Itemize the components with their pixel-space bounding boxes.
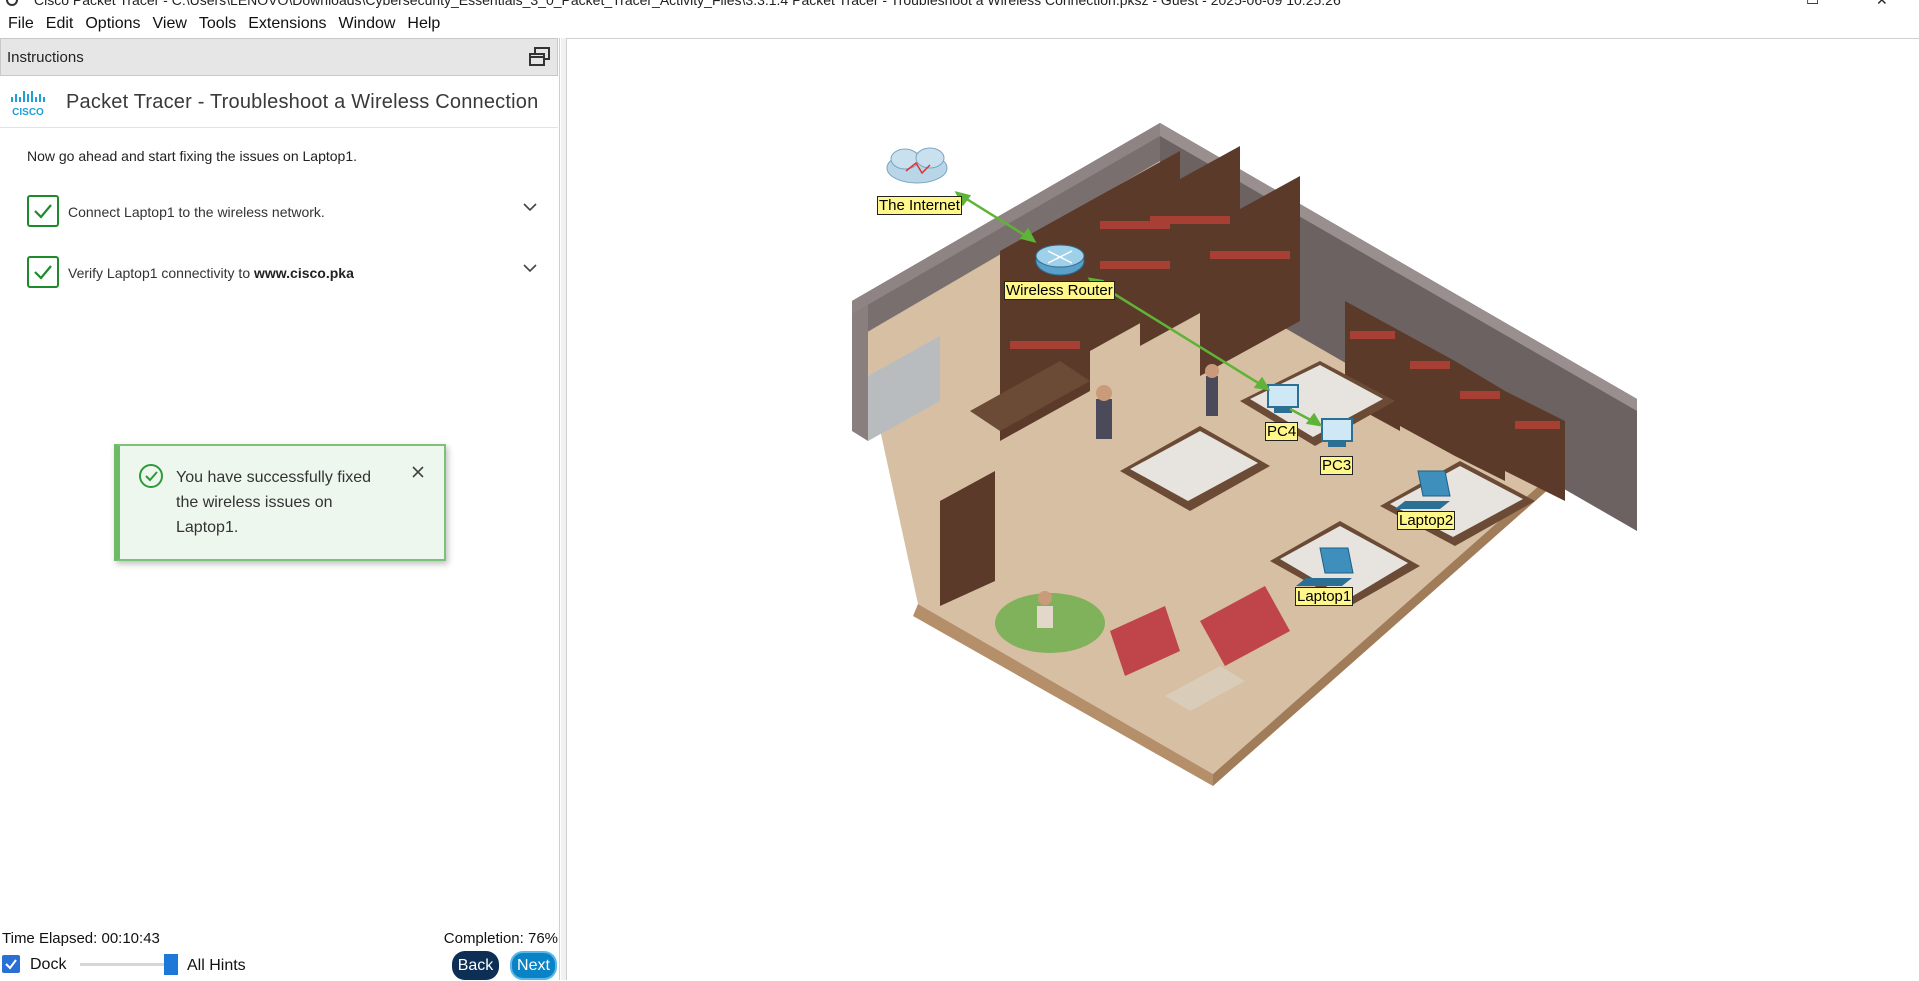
all-hints-label: All Hints <box>187 957 246 974</box>
device-label-laptop2[interactable]: Laptop2 <box>1397 511 1456 530</box>
internet-cloud-icon <box>886 147 948 184</box>
menu-options[interactable]: Options <box>79 12 146 36</box>
menu-edit[interactable]: Edit <box>40 12 80 36</box>
device-label-laptop1[interactable]: Laptop1 <box>1295 587 1354 606</box>
hints-slider-thumb[interactable] <box>164 954 178 975</box>
dock-checkbox[interactable] <box>2 955 20 973</box>
menu-tools[interactable]: Tools <box>193 12 242 36</box>
close-window-icon[interactable]: ✕ <box>1876 0 1888 9</box>
library-scene-illustration <box>852 123 1637 786</box>
task-label: Verify Laptop1 connectivity to www.cisco… <box>68 265 354 281</box>
instructions-header: Instructions <box>0 38 558 76</box>
app-icon <box>6 0 18 6</box>
intro-text: Now go ahead and start fixing the issues… <box>27 148 357 164</box>
success-check-circle-icon <box>139 464 163 488</box>
device-label-internet[interactable]: The Internet <box>877 196 962 215</box>
menu-bar: File Edit Options View Tools Extensions … <box>0 10 1919 38</box>
toast-message: You have successfully fixed the wireless… <box>176 469 372 536</box>
task-complete-checkbox <box>27 256 59 288</box>
hints-slider-track[interactable] <box>80 963 176 966</box>
activity-title-row: CISCO Packet Tracer - Troubleshoot a Wir… <box>0 76 558 128</box>
check-icon <box>5 959 17 970</box>
task-url: www.cisco.pka <box>254 265 354 281</box>
undock-window-icon[interactable] <box>529 47 551 67</box>
minimize-icon[interactable]: ▭ <box>1806 0 1819 9</box>
instructions-panel: Instructions CISCO Packet Tracer - Troub… <box>0 38 560 980</box>
activity-title: Packet Tracer - Troubleshoot a Wireless … <box>66 91 539 113</box>
menu-view[interactable]: View <box>147 12 193 36</box>
instructions-header-label: Instructions <box>7 49 84 66</box>
menu-file[interactable]: File <box>2 12 40 36</box>
device-label-pc4[interactable]: PC4 <box>1265 422 1299 441</box>
close-icon[interactable] <box>410 464 426 480</box>
task-complete-checkbox <box>27 195 59 227</box>
next-button[interactable]: Next <box>510 951 557 980</box>
logical-workspace[interactable]: The Internet Wireless Router PC4 PC3 Lap… <box>567 38 1919 980</box>
status-footer: Time Elapsed: 00:10:43 Completion: 76% D… <box>0 928 558 980</box>
check-icon <box>34 265 52 280</box>
task-item-verify[interactable]: Verify Laptop1 connectivity to www.cisco… <box>27 256 539 290</box>
back-button[interactable]: Back <box>452 951 499 980</box>
chevron-down-icon[interactable] <box>521 199 539 215</box>
menu-window[interactable]: Window <box>333 12 402 36</box>
dock-label: Dock <box>30 956 67 973</box>
device-label-pc3[interactable]: PC3 <box>1320 456 1354 475</box>
window-title: Cisco Packet Tracer - C:\Users\LENOVO\Do… <box>34 0 1341 8</box>
device-label-router[interactable]: Wireless Router <box>1004 281 1115 300</box>
check-icon <box>34 204 52 219</box>
time-elapsed: Time Elapsed: 00:10:43 <box>2 930 160 947</box>
svg-text:CISCO: CISCO <box>12 107 44 118</box>
success-toast: You have successfully fixed the wireless… <box>114 444 446 561</box>
chevron-down-icon[interactable] <box>521 260 539 276</box>
completion-percent: Completion: 76% <box>443 930 558 947</box>
cisco-logo-icon: CISCO <box>11 91 45 118</box>
task-item-connect[interactable]: Connect Laptop1 to the wireless network. <box>27 195 539 229</box>
wireless-router-icon <box>1035 244 1085 276</box>
menu-help[interactable]: Help <box>401 12 446 36</box>
window-title-bar: Cisco Packet Tracer - C:\Users\LENOVO\Do… <box>0 0 1919 10</box>
menu-extensions[interactable]: Extensions <box>242 12 332 36</box>
task-label: Connect Laptop1 to the wireless network. <box>68 204 325 220</box>
